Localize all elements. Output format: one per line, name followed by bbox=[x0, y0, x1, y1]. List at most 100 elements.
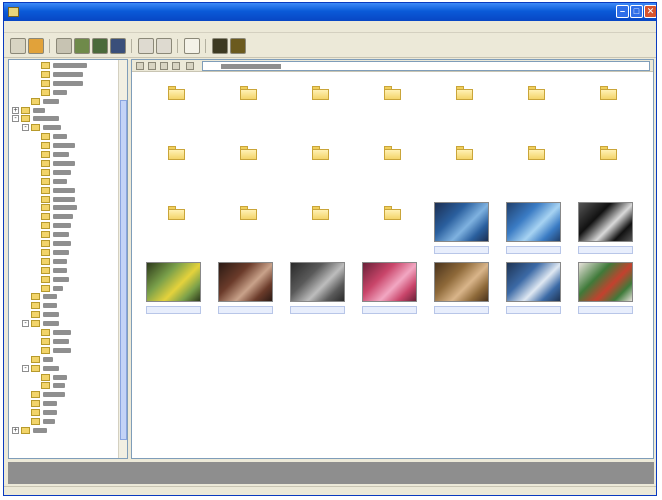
tree-item[interactable] bbox=[9, 400, 117, 408]
image-item[interactable] bbox=[290, 262, 350, 322]
back-icon[interactable] bbox=[10, 38, 26, 54]
view-thumbnails-icon[interactable] bbox=[74, 38, 90, 54]
new-document-icon[interactable] bbox=[184, 38, 200, 54]
folder-item[interactable] bbox=[146, 142, 206, 202]
forward-icon[interactable] bbox=[28, 38, 44, 54]
folder-item[interactable] bbox=[290, 142, 350, 202]
tree-item[interactable] bbox=[9, 293, 117, 301]
close-button[interactable]: ✕ bbox=[644, 5, 656, 18]
tree-scrollbar[interactable] bbox=[118, 60, 127, 458]
folder-item[interactable] bbox=[362, 202, 422, 262]
expand-icon[interactable]: + bbox=[12, 106, 19, 114]
tree-item[interactable] bbox=[9, 302, 117, 310]
nav-back-icon[interactable] bbox=[136, 62, 144, 70]
up-folder-icon[interactable] bbox=[56, 38, 72, 54]
batch-convert-icon[interactable] bbox=[212, 38, 228, 54]
nav-refresh-icon[interactable] bbox=[172, 62, 180, 70]
display-icon[interactable] bbox=[110, 38, 126, 54]
image-item[interactable] bbox=[146, 262, 206, 322]
tree-item[interactable] bbox=[9, 329, 117, 337]
folder-item[interactable] bbox=[578, 142, 638, 202]
view-menu-icon[interactable] bbox=[186, 62, 194, 70]
folder-item[interactable] bbox=[362, 82, 422, 142]
image-item[interactable] bbox=[578, 202, 638, 262]
address-input[interactable] bbox=[202, 61, 650, 71]
nav-forward-icon[interactable] bbox=[148, 62, 156, 70]
list-view-icon[interactable] bbox=[138, 38, 154, 54]
tree-item[interactable] bbox=[9, 186, 117, 195]
folder-item[interactable] bbox=[290, 202, 350, 262]
tree-item[interactable]: + bbox=[9, 106, 117, 115]
tree-item[interactable] bbox=[9, 70, 117, 79]
info-icon[interactable] bbox=[230, 38, 246, 54]
menu-item[interactable] bbox=[50, 22, 68, 32]
tree-item[interactable] bbox=[9, 88, 117, 97]
folder-item[interactable] bbox=[218, 142, 278, 202]
menu-item[interactable] bbox=[96, 22, 114, 32]
menu-item[interactable] bbox=[72, 22, 92, 32]
folder-item[interactable] bbox=[146, 82, 206, 142]
image-item[interactable] bbox=[218, 262, 278, 322]
folder-item[interactable] bbox=[290, 82, 350, 142]
tree-item[interactable] bbox=[9, 204, 117, 212]
menu-item[interactable] bbox=[118, 22, 134, 32]
menu-item[interactable] bbox=[30, 22, 46, 32]
tree-item[interactable] bbox=[9, 382, 117, 390]
tree-item[interactable] bbox=[9, 266, 117, 275]
tree-item[interactable]: - bbox=[9, 124, 117, 132]
folder-item[interactable] bbox=[506, 142, 566, 202]
tree-item[interactable] bbox=[9, 62, 117, 70]
folder-item[interactable] bbox=[362, 142, 422, 202]
collapse-icon[interactable]: - bbox=[22, 320, 29, 328]
tree-item[interactable] bbox=[9, 284, 117, 293]
maximize-button[interactable]: □ bbox=[630, 5, 643, 18]
tree-item[interactable]: - bbox=[9, 364, 117, 373]
folder-item[interactable] bbox=[434, 142, 494, 202]
tree-item[interactable] bbox=[9, 355, 117, 364]
tree-item[interactable] bbox=[9, 240, 117, 248]
tree-item[interactable] bbox=[9, 195, 117, 204]
folder-item[interactable] bbox=[218, 82, 278, 142]
tree-item[interactable] bbox=[9, 142, 117, 150]
tree-item[interactable] bbox=[9, 248, 117, 257]
tree-item[interactable] bbox=[9, 151, 117, 159]
title-bar[interactable]: – □ ✕ bbox=[4, 3, 656, 21]
tree-item[interactable] bbox=[9, 373, 117, 382]
tree-item[interactable] bbox=[9, 213, 117, 221]
menu-item[interactable] bbox=[138, 22, 162, 32]
tree-item[interactable] bbox=[9, 346, 117, 355]
folder-tree[interactable]: + - - - - + bbox=[8, 59, 128, 459]
folder-item[interactable] bbox=[146, 202, 206, 262]
tree-item[interactable] bbox=[9, 275, 117, 284]
tree-item[interactable] bbox=[9, 97, 117, 106]
image-item[interactable] bbox=[578, 262, 638, 322]
tree-item[interactable] bbox=[9, 222, 117, 230]
details-view-icon[interactable] bbox=[156, 38, 172, 54]
tree-scrollbar-thumb[interactable] bbox=[120, 100, 127, 440]
folder-item[interactable] bbox=[578, 82, 638, 142]
tree-item[interactable] bbox=[9, 231, 117, 239]
menu-item[interactable] bbox=[8, 22, 26, 32]
tree-item[interactable] bbox=[9, 159, 117, 168]
folder-item[interactable] bbox=[218, 202, 278, 262]
tree-item[interactable]: - bbox=[9, 115, 117, 123]
tree-item[interactable] bbox=[9, 311, 117, 319]
tree-item[interactable] bbox=[9, 257, 117, 266]
image-item[interactable] bbox=[506, 262, 566, 322]
image-item[interactable] bbox=[434, 262, 494, 322]
tree-item[interactable]: - bbox=[9, 320, 117, 328]
minimize-button[interactable]: – bbox=[616, 5, 629, 18]
collapse-icon[interactable]: - bbox=[12, 115, 19, 123]
tree-item[interactable] bbox=[9, 391, 117, 399]
collapse-icon[interactable]: - bbox=[22, 364, 29, 372]
tree-item[interactable] bbox=[9, 177, 117, 186]
image-item[interactable] bbox=[434, 202, 494, 262]
tree-item[interactable] bbox=[9, 79, 117, 88]
file-browser[interactable] bbox=[131, 59, 654, 459]
tree-item[interactable] bbox=[9, 337, 117, 346]
slideshow-icon[interactable] bbox=[92, 38, 108, 54]
image-item[interactable] bbox=[362, 262, 422, 322]
collapse-icon[interactable]: - bbox=[22, 124, 29, 132]
tree-item[interactable] bbox=[9, 418, 117, 426]
tree-item[interactable] bbox=[9, 168, 117, 177]
